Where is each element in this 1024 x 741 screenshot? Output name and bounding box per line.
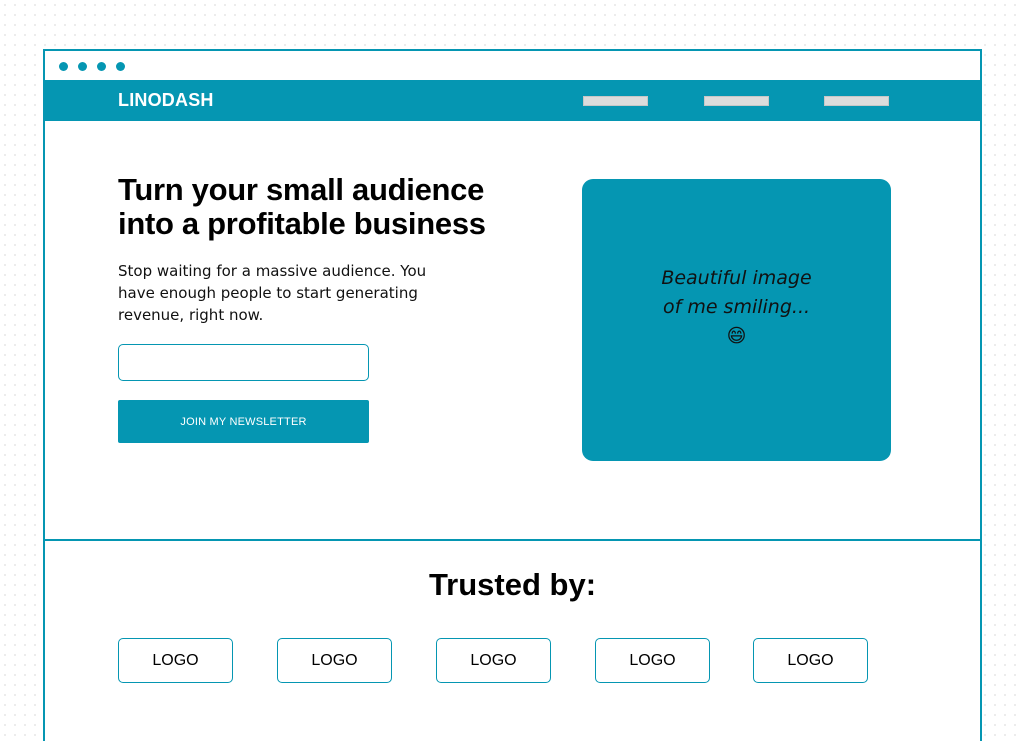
hero-image-placeholder: Beautiful image of me smiling...😄 bbox=[582, 179, 891, 461]
partner-logo-1: LOGO bbox=[118, 638, 233, 683]
window-dot-3 bbox=[97, 62, 106, 71]
partner-logo-3: LOGO bbox=[436, 638, 551, 683]
nav-item-2[interactable] bbox=[704, 96, 769, 106]
window-dot-1 bbox=[59, 62, 68, 71]
navbar: LINODASH bbox=[45, 80, 980, 121]
window-dot-2 bbox=[78, 62, 87, 71]
nav-item-1[interactable] bbox=[583, 96, 648, 106]
nav-item-3[interactable] bbox=[824, 96, 889, 106]
hero-image-caption: Beautiful image of me smiling...😄 bbox=[661, 266, 812, 347]
browser-window: LINODASH Turn your small audience into a… bbox=[43, 49, 982, 741]
brand-logo-text[interactable]: LINODASH bbox=[118, 90, 214, 111]
trusted-by-title: Trusted by: bbox=[428, 567, 597, 602]
partner-logo-5: LOGO bbox=[753, 638, 868, 683]
hero-title: Turn your small audience into a profitab… bbox=[118, 172, 486, 241]
window-dot-4 bbox=[116, 62, 125, 71]
hero-subtitle: Stop waiting for a massive audience. You… bbox=[118, 262, 427, 324]
browser-chrome-bar bbox=[45, 51, 980, 80]
join-newsletter-button[interactable]: JOIN MY NEWSLETTER bbox=[118, 400, 369, 443]
email-input[interactable] bbox=[118, 344, 369, 381]
partner-logo-2: LOGO bbox=[277, 638, 392, 683]
section-divider bbox=[45, 539, 980, 541]
partner-logo-4: LOGO bbox=[595, 638, 710, 683]
